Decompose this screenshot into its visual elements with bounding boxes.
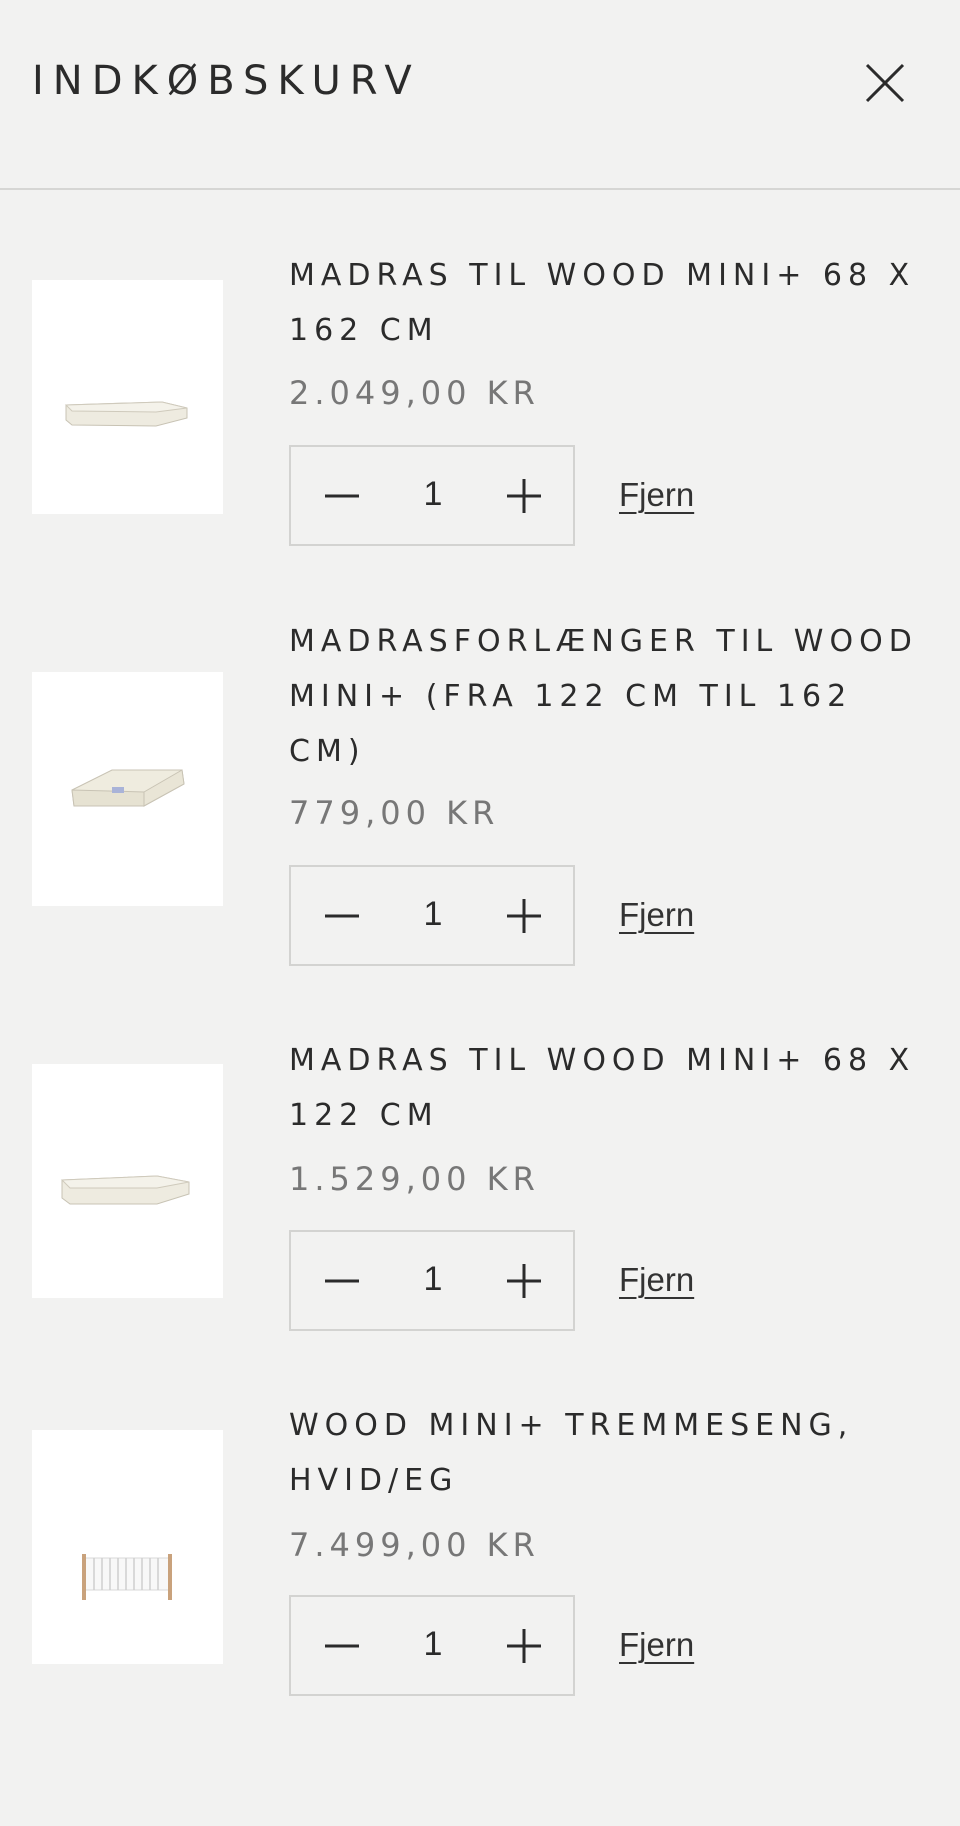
item-name: MADRASFORLÆNGER TIL WOOD MINI+ (FRA 122 … [289, 624, 918, 769]
plus-icon [507, 479, 541, 513]
cart-header: INDKØBSKURV [0, 0, 960, 190]
plus-icon [507, 1629, 541, 1663]
item-name: MADRAS TIL WOOD MINI+ 68 X 122 CM [289, 1043, 916, 1133]
minus-icon [325, 1644, 359, 1648]
quantity-value[interactable]: 1 [391, 1260, 475, 1299]
minus-icon [325, 494, 359, 498]
decrease-quantity-button[interactable] [319, 473, 365, 519]
quantity-stepper: 1 [289, 1230, 575, 1331]
mattress-image[interactable] [32, 280, 223, 514]
mattress-extension-image[interactable] [32, 672, 223, 906]
page-title: INDKØBSKURV [32, 58, 421, 104]
decrease-quantity-button[interactable] [319, 1258, 365, 1304]
item-name: MADRAS TIL WOOD MINI+ 68 X 162 CM [289, 258, 916, 348]
minus-icon [325, 1279, 359, 1283]
quantity-value[interactable]: 1 [391, 475, 475, 514]
item-name: WOOD MINI+ TREMMESENG, HVID/EG [289, 1408, 854, 1498]
close-button[interactable] [862, 60, 908, 106]
mattress-image[interactable] [32, 1064, 223, 1298]
remove-link[interactable]: Fjern [619, 1626, 694, 1664]
quantity-value[interactable]: 1 [391, 895, 475, 934]
plus-icon [507, 899, 541, 933]
plus-icon [507, 1264, 541, 1298]
close-icon [865, 63, 905, 103]
quantity-stepper: 1 [289, 445, 575, 546]
crib-image[interactable] [32, 1430, 223, 1664]
increase-quantity-button[interactable] [501, 473, 547, 519]
increase-quantity-button[interactable] [501, 1623, 547, 1669]
increase-quantity-button[interactable] [501, 1258, 547, 1304]
remove-link[interactable]: Fjern [619, 896, 694, 934]
item-price: 779,00 KR [289, 794, 500, 832]
quantity-value[interactable]: 1 [391, 1625, 475, 1664]
quantity-stepper: 1 [289, 865, 575, 966]
item-price: 1.529,00 KR [289, 1160, 540, 1198]
minus-icon [325, 914, 359, 918]
decrease-quantity-button[interactable] [319, 1623, 365, 1669]
increase-quantity-button[interactable] [501, 893, 547, 939]
remove-link[interactable]: Fjern [619, 1261, 694, 1299]
decrease-quantity-button[interactable] [319, 893, 365, 939]
item-price: 7.499,00 KR [289, 1526, 540, 1564]
quantity-stepper: 1 [289, 1595, 575, 1696]
item-price: 2.049,00 KR [289, 374, 540, 412]
remove-link[interactable]: Fjern [619, 476, 694, 514]
